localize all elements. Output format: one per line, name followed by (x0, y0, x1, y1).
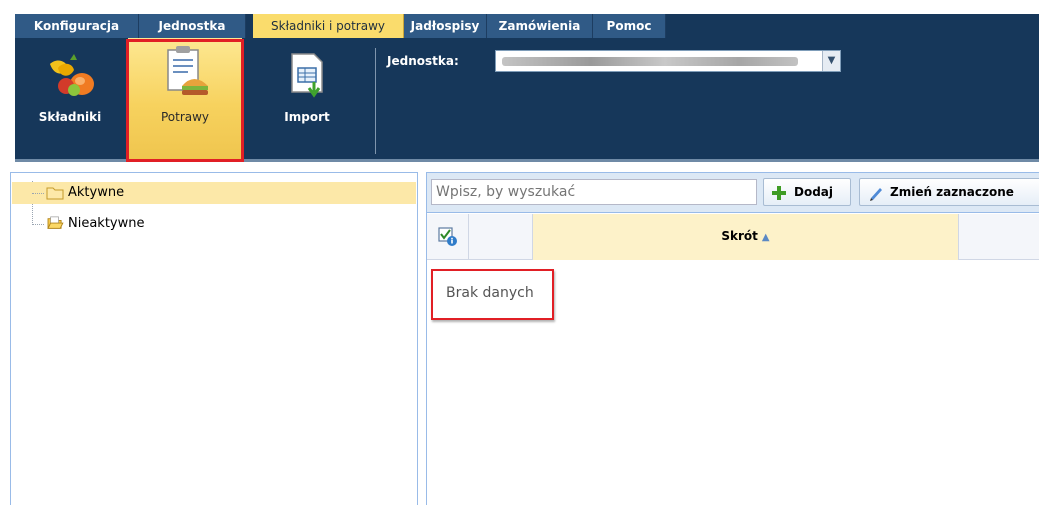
ribbon-label-skladniki: Składniki (38, 110, 102, 124)
empty-state-text: Brak danych (446, 285, 534, 301)
unit-select[interactable]: ▼ (495, 50, 841, 72)
sort-ascending-icon: ▲ (761, 232, 770, 243)
unit-label: Jednostka: (387, 54, 459, 68)
grid-header-check-column[interactable] (427, 214, 469, 260)
tab-zamowienia[interactable]: Zamówienia (487, 14, 593, 38)
ribbon-button-skladniki[interactable]: Składniki (15, 38, 125, 160)
highlight-outline-potrawy (126, 39, 244, 162)
dishes-list-panel: Dodaj Zmień zaznaczone Skrót▲ (426, 172, 1039, 505)
add-button-label: Dodaj (794, 185, 834, 199)
tree-item-aktywne[interactable]: Aktywne (12, 182, 416, 204)
tab-skladniki-i-potrawy[interactable]: Składniki i potrawy (253, 14, 404, 38)
checkbox-info-icon (438, 227, 457, 246)
tree-label: Nieaktywne (68, 216, 145, 231)
grid-header-skrot[interactable]: Skrót ▲ (533, 214, 959, 260)
add-button[interactable]: Dodaj (763, 178, 851, 206)
tree-item-nieaktywne[interactable]: Nieaktywne (12, 213, 416, 235)
grid-header-column-2[interactable] (469, 214, 533, 260)
tab-jadlospisy[interactable]: Jadłospisy (404, 14, 487, 38)
plus-icon (772, 186, 786, 200)
ribbon-button-import[interactable]: Import (252, 38, 362, 160)
folder-open-icon (47, 216, 64, 229)
ribbon-separator (375, 48, 376, 154)
search-input[interactable] (431, 179, 757, 205)
empty-state-box: Brak danych (431, 269, 554, 320)
tab-konfiguracja[interactable]: Konfiguracja (15, 14, 139, 38)
tab-jednostka[interactable]: Jednostka (139, 14, 246, 38)
unit-select-value-obscured (502, 57, 798, 66)
chevron-down-icon[interactable]: ▼ (822, 51, 840, 71)
tab-pomoc[interactable]: Pomoc (593, 14, 666, 38)
folder-icon (46, 187, 64, 200)
list-toolbar: Dodaj Zmień zaznaczone (427, 173, 1039, 213)
tree-connector (32, 224, 44, 225)
category-tree-panel: Aktywne Nieaktywne (10, 172, 418, 505)
ribbon-label-import: Import (284, 110, 330, 124)
grid-header: Skrót ▲ (427, 214, 1039, 260)
import-spreadsheet-icon (291, 53, 323, 98)
tree-label: Aktywne (68, 185, 125, 200)
pencil-icon (870, 188, 882, 201)
edit-selected-button-label: Zmień zaznaczone (890, 185, 1014, 199)
ingredients-icon (50, 54, 94, 96)
grid-header-skrot-label: Skrót (721, 229, 758, 243)
edit-selected-button[interactable]: Zmień zaznaczone (859, 178, 1039, 206)
tree-connector (32, 193, 44, 194)
